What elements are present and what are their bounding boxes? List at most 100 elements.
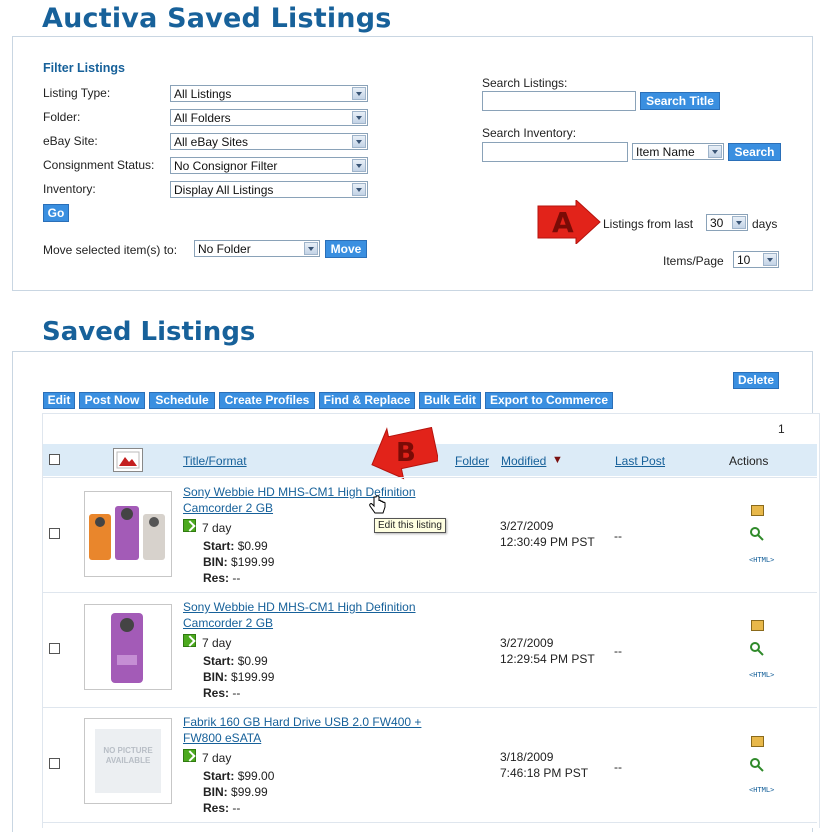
chevron-down-icon (352, 87, 366, 100)
move-folder-value: No Folder (198, 242, 251, 256)
copy-listing-icon[interactable] (751, 736, 764, 747)
bin-price: $199.99 (231, 670, 275, 684)
col-modified[interactable]: Modified (501, 454, 546, 468)
res-label: Res: (203, 801, 230, 815)
toolbar-schedule-button[interactable]: Schedule (149, 392, 215, 409)
col-last-post[interactable]: Last Post (615, 454, 665, 468)
annotation-b-label: B (396, 438, 416, 468)
toolbar-post-now-button[interactable]: Post Now (79, 392, 145, 409)
col-title-format[interactable]: Title/Format (183, 454, 247, 468)
bin-label: BIN: (203, 670, 228, 684)
annotation-a-label: A (552, 206, 574, 239)
fixed-price-format-icon (183, 634, 196, 647)
days-label: days (752, 217, 778, 231)
search-listings-label: Search Listings: (482, 76, 568, 90)
bin-label: BIN: (203, 555, 228, 569)
bin-price: $199.99 (231, 555, 275, 569)
move-button[interactable]: Move (325, 240, 367, 258)
ebay-site-label: eBay Site: (43, 134, 98, 148)
select-all-checkbox[interactable] (49, 454, 60, 465)
col-folder[interactable]: Folder (455, 454, 489, 468)
move-folder-select[interactable]: No Folder (194, 240, 320, 257)
move-label: Move selected item(s) to: (43, 243, 178, 257)
modified-datetime: 3/27/2009 12:29:54 PM PST (500, 636, 595, 666)
search-inventory-label: Search Inventory: (482, 126, 577, 140)
html-view-link[interactable]: <HTML> (749, 556, 774, 564)
res-value: -- (232, 686, 241, 700)
start-label: Start: (203, 654, 235, 668)
bin-label: BIN: (203, 785, 228, 799)
preview-magnifier-icon[interactable] (750, 642, 764, 656)
inventory-field-select[interactable]: Item Name (632, 143, 724, 160)
folder-select[interactable]: All Folders (170, 109, 368, 126)
search-listings-input[interactable] (482, 91, 636, 111)
page-number[interactable]: 1 (778, 422, 785, 436)
chevron-down-icon (708, 145, 722, 158)
listing-type-select[interactable]: All Listings (170, 85, 368, 102)
go-button[interactable]: Go (43, 204, 69, 222)
consignment-select[interactable]: No Consignor Filter (170, 157, 368, 174)
search-title-button[interactable]: Search Title (640, 92, 720, 110)
bin-price: $99.99 (231, 785, 268, 799)
start-price: $99.00 (237, 769, 275, 783)
search-inventory-input[interactable] (482, 142, 628, 162)
folder-value: All Folders (174, 111, 231, 125)
consignment-value: No Consignor Filter (174, 159, 278, 173)
last-post-value: -- (614, 529, 622, 543)
listing-thumbnail[interactable] (84, 491, 172, 577)
row-checkbox[interactable] (49, 643, 60, 654)
listing-thumbnail[interactable] (84, 604, 172, 690)
listing-title-link[interactable]: Fabrik 160 GB Hard Drive USB 2.0 FW400 +… (183, 714, 421, 746)
listing-title-link[interactable]: Sony Webbie HD MHS-CM1 High Definition Ca… (183, 599, 416, 631)
search-button[interactable]: Search (728, 143, 781, 161)
consignment-label: Consignment Status: (43, 158, 155, 172)
res-value: -- (232, 801, 241, 815)
listing-duration: 7 day (202, 521, 232, 535)
preview-magnifier-icon[interactable] (750, 758, 764, 772)
chevron-down-icon (732, 216, 746, 229)
ebay-site-value: All eBay Sites (174, 135, 249, 149)
saved-listings-heading: Saved Listings (42, 317, 256, 347)
listing-type-label: Listing Type: (43, 86, 111, 100)
annotation-b-arrow-icon: B (371, 426, 438, 480)
copy-listing-icon[interactable] (751, 505, 764, 516)
toolbar-find-replace-button[interactable]: Find & Replace (319, 392, 415, 409)
chevron-down-icon (352, 183, 366, 196)
items-per-page-value: 10 (737, 253, 751, 267)
toolbar-bulk-edit-button[interactable]: Bulk Edit (419, 392, 481, 409)
start-price: $0.99 (237, 539, 268, 553)
preview-magnifier-icon[interactable] (750, 527, 764, 541)
items-per-page-label: Items/Page (663, 254, 724, 268)
annotation-a-arrow-icon: A (537, 200, 601, 244)
listings-from-value: 30 (710, 216, 724, 230)
edit-listing-tooltip: Edit this listing (374, 518, 446, 533)
last-post-value: -- (614, 760, 622, 774)
res-label: Res: (203, 571, 230, 585)
image-column-icon (113, 448, 143, 472)
camcorder-trio-image (89, 506, 165, 560)
html-view-link[interactable]: <HTML> (749, 671, 774, 679)
sort-desc-icon: ▼ (552, 454, 563, 466)
listing-thumbnail[interactable]: NO PICTURE AVAILABLE (84, 718, 172, 804)
copy-listing-icon[interactable] (751, 620, 764, 631)
html-view-link[interactable]: <HTML> (749, 786, 774, 794)
listing-duration: 7 day (202, 636, 232, 650)
toolbar-edit-button[interactable]: Edit (43, 392, 75, 409)
row-checkbox[interactable] (49, 758, 60, 769)
hand-cursor-icon (369, 495, 386, 514)
inventory-select[interactable]: Display All Listings (170, 181, 368, 198)
ebay-site-select[interactable]: All eBay Sites (170, 133, 368, 150)
inventory-value: Display All Listings (174, 183, 274, 197)
items-per-page-select[interactable]: 10 (733, 251, 779, 268)
toolbar-export-commerce-button[interactable]: Export to Commerce (485, 392, 613, 409)
delete-button[interactable]: Delete (733, 372, 779, 389)
listing-duration: 7 day (202, 751, 232, 765)
chevron-down-icon (352, 159, 366, 172)
toolbar-create-profiles-button[interactable]: Create Profiles (219, 392, 315, 409)
modified-datetime: 3/27/2009 12:30:49 PM PST (500, 519, 595, 549)
chevron-down-icon (352, 135, 366, 148)
inventory-field-value: Item Name (636, 145, 695, 159)
no-picture-placeholder: NO PICTURE AVAILABLE (95, 729, 161, 793)
listings-from-select[interactable]: 30 (706, 214, 748, 231)
row-checkbox[interactable] (49, 528, 60, 539)
